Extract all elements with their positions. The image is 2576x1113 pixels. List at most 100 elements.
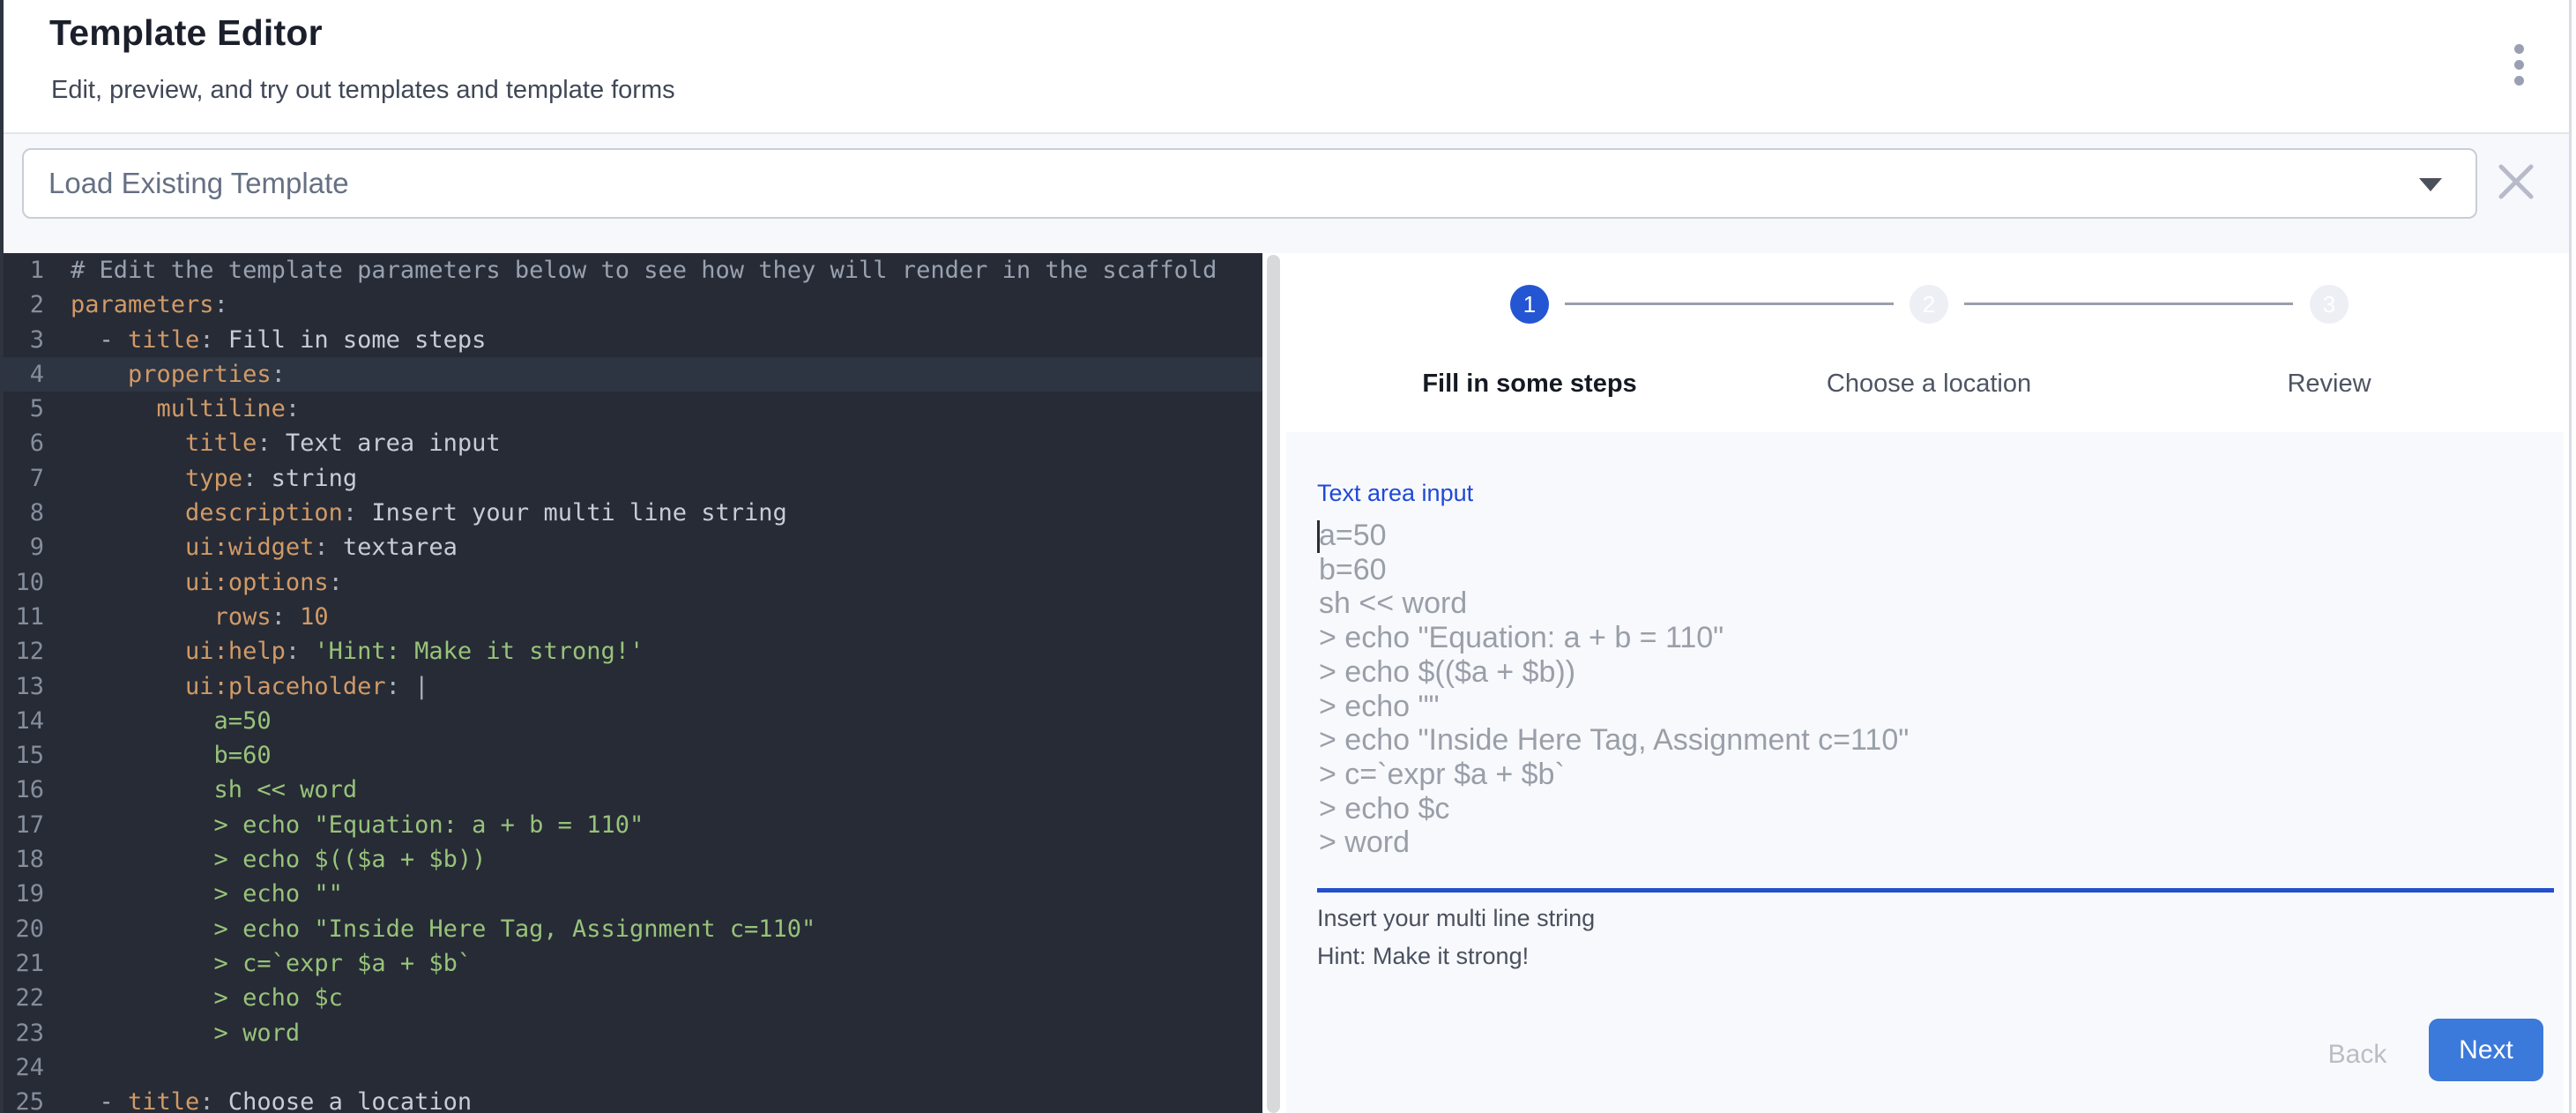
load-template-select[interactable]: Load Existing Template (22, 148, 2477, 219)
code-text: ui:placeholder: | (71, 669, 428, 704)
code-text: ui:help: 'Hint: Make it strong!' (71, 634, 644, 669)
line-number: 14 (4, 704, 44, 738)
code-text: > c=`expr $a + $b` (71, 946, 472, 981)
code-line[interactable]: 9 ui:widget: textarea (4, 530, 1262, 564)
code-line[interactable]: 17 > echo "Equation: a + b = 110" (4, 808, 1262, 842)
line-number: 18 (4, 842, 44, 877)
code-line[interactable]: 20 > echo "Inside Here Tag, Assignment c… (4, 912, 1262, 946)
line-number: 13 (4, 669, 44, 704)
code-text: - title: Fill in some steps (71, 323, 486, 357)
code-line[interactable]: 13 ui:placeholder: | (4, 669, 1262, 704)
code-text: multiline: (71, 392, 300, 426)
step-label: Review (2197, 370, 2461, 399)
line-number: 22 (4, 981, 44, 1015)
code-line[interactable]: 19 > echo "" (4, 877, 1262, 911)
line-number: 9 (4, 530, 44, 564)
page-header: Template Editor Edit, preview, and try o… (4, 0, 2569, 134)
line-number: 7 (4, 461, 44, 496)
line-number: 16 (4, 773, 44, 807)
code-text: > echo "Inside Here Tag, Assignment c=11… (71, 912, 815, 946)
code-line[interactable]: 6 title: Text area input (4, 426, 1262, 460)
line-number: 25 (4, 1085, 44, 1113)
editor-scrollbar[interactable] (1267, 255, 1280, 1113)
code-line[interactable]: 2parameters: (4, 288, 1262, 322)
step-circle: 1 (1510, 285, 1549, 324)
code-text: a=50 (71, 704, 272, 738)
line-number: 23 (4, 1016, 44, 1050)
code-text: properties: (71, 357, 286, 392)
line-number: 6 (4, 426, 44, 460)
line-number: 3 (4, 323, 44, 357)
code-line[interactable]: 25 - title: Choose a location (4, 1085, 1262, 1113)
code-line[interactable]: 11 rows: 10 (4, 600, 1262, 634)
code-text: > echo $(($a + $b)) (71, 842, 486, 877)
next-button[interactable]: Next (2429, 1019, 2543, 1081)
stepper-step-review: 3 Review (2197, 285, 2461, 399)
select-placeholder: Load Existing Template (48, 167, 349, 200)
line-number: 15 (4, 738, 44, 773)
step-label: Fill in some steps (1397, 370, 1662, 399)
code-text: # Edit the template parameters below to … (71, 253, 1217, 288)
stepper-step-choose-a-location: 2 Choose a location (1797, 285, 2061, 399)
code-line[interactable]: 24 (4, 1050, 1262, 1085)
code-text: title: Text area input (71, 426, 501, 460)
stepper-step-fill-in-some-steps: 1 Fill in some steps (1397, 285, 1662, 399)
yaml-code-editor[interactable]: 1 # Edit the template parameters below to… (4, 253, 1262, 1113)
field-description: Insert your multi line string (1317, 905, 1595, 932)
line-number: 21 (4, 946, 44, 981)
code-text: parameters: (71, 288, 228, 322)
code-line[interactable]: 16 sh << word (4, 773, 1262, 807)
line-number: 5 (4, 392, 44, 426)
window-right-edge (2569, 0, 2572, 1113)
code-text: > word (71, 1016, 300, 1050)
line-number: 10 (4, 565, 44, 600)
code-text: > echo "Equation: a + b = 110" (71, 808, 644, 842)
code-line[interactable]: 7 type: string (4, 461, 1262, 496)
line-number: 11 (4, 600, 44, 634)
code-line[interactable]: 22 > echo $c (4, 981, 1262, 1015)
code-text: b=60 (71, 738, 272, 773)
code-text: - title: Choose a location (71, 1085, 472, 1113)
line-number: 4 (4, 357, 44, 392)
code-line[interactable]: 18 > echo $(($a + $b)) (4, 842, 1262, 877)
code-text: description: Insert your multi line stri… (71, 496, 787, 530)
code-line[interactable]: 12 ui:help: 'Hint: Make it strong!' (4, 634, 1262, 669)
line-number: 8 (4, 496, 44, 530)
clear-selection-button[interactable] (2495, 161, 2537, 203)
line-number: 24 (4, 1050, 44, 1085)
code-line[interactable]: 23 > word (4, 1016, 1262, 1050)
code-line[interactable]: 21 > c=`expr $a + $b` (4, 946, 1262, 981)
line-number: 1 (4, 253, 44, 288)
page-title: Template Editor (49, 12, 323, 54)
code-text: ui:options: (71, 565, 343, 600)
line-number: 17 (4, 808, 44, 842)
textarea-field-label: Text area input (1317, 480, 1473, 507)
code-text: type: string (71, 461, 357, 496)
code-line[interactable]: 1 # Edit the template parameters below to… (4, 253, 1262, 288)
code-line[interactable]: 14 a=50 (4, 704, 1262, 738)
multiline-textarea[interactable]: a=50 b=60 sh << word > echo "Equation: a… (1319, 519, 2549, 871)
template-loader-bar: Load Existing Template (4, 134, 2569, 253)
step-circle: 3 (2310, 285, 2349, 324)
kebab-menu-icon[interactable] (2505, 39, 2532, 93)
template-editor-window: Template Editor Edit, preview, and try o… (0, 0, 2576, 1113)
template-preview-panel: 1 Fill in some steps 2 Choose a location… (1281, 253, 2569, 1113)
step-form-panel: Text area input a=50 b=60 sh << word > e… (1286, 432, 2564, 1113)
back-button[interactable]: Back (2282, 1032, 2432, 1076)
code-text: > echo "" (71, 877, 343, 911)
code-line[interactable]: 10 ui:options: (4, 565, 1262, 600)
textarea-focus-underline (1317, 888, 2554, 893)
line-number: 20 (4, 912, 44, 946)
step-label: Choose a location (1797, 370, 2061, 399)
line-number: 19 (4, 877, 44, 911)
code-text: rows: 10 (71, 600, 329, 634)
code-line[interactable]: 5 multiline: (4, 392, 1262, 426)
code-text: ui:widget: textarea (71, 530, 458, 564)
field-help-text: Hint: Make it strong! (1317, 943, 1529, 970)
code-line[interactable]: 3 - title: Fill in some steps (4, 323, 1262, 357)
code-line[interactable]: 15 b=60 (4, 738, 1262, 773)
close-icon (2495, 161, 2537, 203)
code-line[interactable]: 4 properties: (4, 357, 1262, 392)
code-line[interactable]: 8 description: Insert your multi line st… (4, 496, 1262, 530)
step-circle: 2 (1910, 285, 1948, 324)
